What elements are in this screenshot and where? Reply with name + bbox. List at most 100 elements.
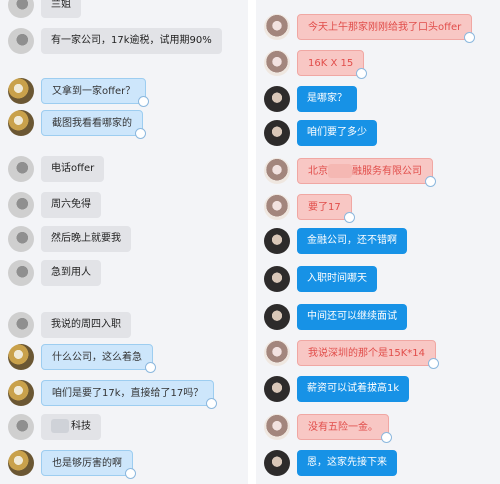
right-chat-panel: 今天上午那家刚刚给我了口头offer 16K X 15 是哪家？ 咱们要了多少 [256,0,500,484]
message-text: 咱们是要了17k，直接给了17吗？ [52,388,204,399]
bubble-decoration [464,32,476,43]
message-text: 急到用人 [51,267,91,278]
message-bubble[interactable]: 我说深圳的那个是15K*14 [297,340,440,369]
message-bubble[interactable]: 兰姐 [41,0,81,18]
message-bubble[interactable]: 恩，这家先接下来 [297,450,397,476]
left-message-row: 兰姐 [8,0,242,20]
avatar[interactable] [264,120,290,146]
bubble-decoration [138,96,150,107]
avatar[interactable] [8,414,34,440]
avatar[interactable] [264,340,290,366]
message-text: 周六免得 [51,199,91,210]
avatar[interactable] [8,312,34,338]
message-bubble[interactable]: 咱们是要了17k，直接给了17吗？ [41,380,218,409]
avatar[interactable] [8,344,34,370]
bubble-decoration [135,128,146,139]
left-message-row: 急到用人 [8,260,242,288]
left-message-row: 也是够厉害的啊 [8,450,242,479]
message-text: 中间还可以继续面试 [307,311,397,322]
bubble-decoration [356,68,368,79]
bubble-decoration [206,398,218,409]
right-message-row: 金融公司，还不错啊 [264,228,494,256]
message-text: 我说的周四入职 [51,319,121,330]
message-bubble[interactable]: 金融公司，还不错啊 [297,228,407,254]
message-bubble[interactable]: 要了17 [297,194,355,223]
message-bubble[interactable]: 没有五险一金。 [297,414,392,443]
left-message-row: 又拿到一家offer？ [8,78,242,107]
message-text: 入职时间哪天 [307,273,367,284]
right-message-row: 恩，这家先接下来 [264,450,494,478]
message-bubble[interactable]: 是哪家？ [297,86,357,112]
avatar[interactable] [8,192,34,218]
message-text: 兰姐 [51,0,71,10]
avatar[interactable] [264,194,290,220]
message-bubble[interactable]: 周六免得 [41,192,101,218]
chat-screenshot-collage: 兰姐 有一家公司，17k逾税，试用期90% 又拿到一家offer？ 截图我看看哪… [0,0,500,484]
avatar[interactable] [8,0,34,18]
avatar[interactable] [8,28,34,54]
message-text: 16K X 15 [308,58,354,69]
message-bubble[interactable]: 16K X 15 [297,50,368,79]
message-text: 什么公司，这么着急 [52,352,142,363]
redacted-text [51,419,69,433]
bubble-decoration [343,212,355,223]
message-bubble[interactable]: 科技 [41,414,101,440]
message-bubble[interactable]: 今天上午那家刚刚给我了口头offer [297,14,476,43]
message-bubble[interactable]: 我说的周四入职 [41,312,131,338]
avatar[interactable] [264,158,290,184]
message-bubble[interactable]: 中间还可以继续面试 [297,304,407,330]
right-message-row: 薪资可以试着拔高1k [264,376,494,404]
avatar[interactable] [264,266,290,292]
avatar[interactable] [264,304,290,330]
message-bubble[interactable]: 然后晚上就要我 [41,226,131,252]
message-text: 我说深圳的那个是15K*14 [308,348,426,359]
message-bubble[interactable]: 薪资可以试着拔高1k [297,376,410,402]
message-text: 又拿到一家offer？ [52,86,136,97]
redacted-text [328,164,352,178]
bubble-decoration [381,432,392,443]
right-message-row: 16K X 15 [264,50,494,79]
right-message-row: 是哪家？ [264,86,494,114]
message-bubble[interactable]: 咱们要了多少 [297,120,377,146]
message-text: 咱们要了多少 [307,127,367,138]
avatar[interactable] [264,228,290,254]
avatar[interactable] [264,414,290,440]
message-text: 有一家公司，17k逾税，试用期90% [51,35,212,46]
avatar[interactable] [264,14,290,40]
right-message-row: 入职时间哪天 [264,266,494,294]
left-message-row: 电话offer [8,156,242,184]
message-bubble[interactable]: 北京 融服务有限公司 [297,158,436,187]
message-bubble[interactable]: 截图我看看哪家的 [41,110,146,139]
message-bubble[interactable]: 也是够厉害的啊 [41,450,136,479]
avatar[interactable] [264,50,290,76]
message-text: 要了17 [308,202,341,213]
left-message-row: 然后晚上就要我 [8,226,242,254]
message-bubble[interactable]: 急到用人 [41,260,101,286]
message-text: 北京 [308,166,328,177]
message-bubble[interactable]: 电话offer [41,156,105,182]
message-bubble[interactable]: 又拿到一家offer？ [41,78,150,107]
message-bubble[interactable]: 入职时间哪天 [297,266,377,292]
left-message-row: 科技 [8,414,242,442]
message-bubble[interactable]: 什么公司，这么着急 [41,344,156,373]
left-message-row: 周六免得 [8,192,242,220]
message-text: 也是够厉害的啊 [52,458,122,469]
right-message-row: 要了17 [264,194,494,223]
avatar[interactable] [264,376,290,402]
avatar[interactable] [264,86,290,112]
left-message-row: 什么公司，这么着急 [8,344,242,373]
avatar[interactable] [8,156,34,182]
avatar[interactable] [8,380,34,406]
avatar[interactable] [8,260,34,286]
avatar[interactable] [8,78,34,104]
message-text: 金融公司，还不错啊 [307,235,397,246]
avatar[interactable] [8,226,34,252]
avatar[interactable] [8,450,34,476]
avatar[interactable] [8,110,34,136]
bubble-decoration [425,176,436,187]
right-message-row: 中间还可以继续面试 [264,304,494,332]
message-bubble[interactable]: 有一家公司，17k逾税，试用期90% [41,28,222,54]
message-text: 科技 [71,421,91,432]
right-message-row: 没有五险一金。 [264,414,494,443]
avatar[interactable] [264,450,290,476]
